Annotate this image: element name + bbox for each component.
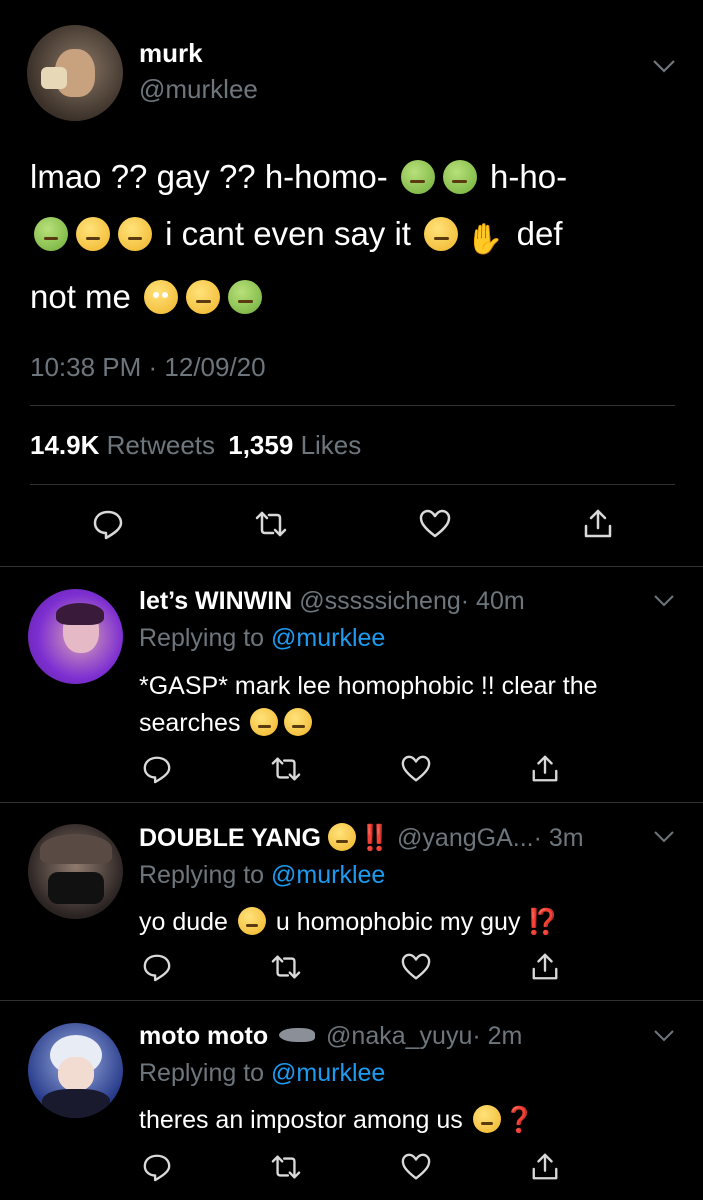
fearful-face-emoji-icon [284,708,313,736]
retweet-icon[interactable] [271,952,303,984]
neutral-face-emoji-icon [424,217,459,251]
main-tweet-actions [92,508,614,540]
hippo-icon [279,1028,316,1042]
retweets-label[interactable]: Retweets [107,430,215,460]
nauseated-face-emoji-icon [400,160,435,194]
main-tweet-display-name[interactable]: murk [139,38,203,69]
chevron-down-icon[interactable] [653,830,675,844]
divider [0,802,703,803]
replying-to-prefix: Replying to [139,861,265,889]
reply-time[interactable]: · 40m [461,587,525,615]
share-icon[interactable] [582,508,614,540]
nauseated-face-emoji-icon [34,217,68,251]
reply-body: *GASP* mark lee homophobic !! clear the … [139,668,679,742]
reply-actions [142,754,562,786]
nauseated-face-emoji-icon [442,160,477,194]
main-tweet-handle[interactable]: @murklee [139,74,258,105]
main-tweet-text-1a: lmao ?? gay ?? h-homo- [30,158,388,195]
reply-text-b: u homophobic my guy [275,908,521,936]
replying-to-handle[interactable]: @murklee [271,861,385,889]
reply-time[interactable]: · 3m [534,824,584,852]
main-tweet-body: lmao ?? gay ?? h-homo- h-ho- i cant even… [30,148,680,325]
reply-avatar[interactable] [28,1023,123,1118]
reply-text-a: yo dude [139,908,228,936]
reply-text-line-2: searches [139,705,679,742]
share-icon[interactable] [530,754,562,786]
replying-to: Replying to @murklee [139,1059,385,1088]
reply-icon[interactable] [92,508,124,540]
main-tweet-text-3a: not me [30,278,131,315]
reply-header: DOUBLE YANG ‼️ @yangGA...· 3m [139,823,584,853]
retweet-icon[interactable] [271,754,303,786]
main-tweet-text-2a: i cant even say it [165,215,411,252]
reply-icon[interactable] [142,1152,174,1184]
reply-time[interactable]: · 2m [472,1022,522,1050]
reply-body: yo dude u homophobic my guy ⁉️ [139,904,559,941]
reply-handle[interactable]: @sssssicheng [299,587,461,615]
engagement-stats: 14.9K Retweets 1,359 Likes [30,430,361,461]
main-tweet-line-1: lmao ?? gay ?? h-homo- h-ho- [30,148,680,205]
reply-display-name[interactable]: moto moto [139,1022,268,1050]
reply-icon[interactable] [142,952,174,984]
main-tweet-avatar[interactable] [27,25,123,121]
chevron-down-icon[interactable] [653,594,675,608]
neutral-face-emoji-icon [237,907,266,935]
smirking-cat-emoji-icon [327,823,356,851]
divider [30,484,675,485]
vomiting-face-emoji-icon [76,217,110,251]
main-tweet-text-1b: h-ho- [490,158,568,195]
raised-eyebrow-emoji-icon [472,1105,501,1133]
replying-to: Replying to @murklee [139,861,385,890]
chevron-down-icon[interactable] [652,58,676,74]
eye-roll-emoji-icon [144,280,179,314]
reply-text-line-1: *GASP* mark lee homophobic !! clear the [139,672,598,700]
replying-to-handle[interactable]: @murklee [271,1059,385,1087]
reply-display-name[interactable]: let’s WINWIN [139,587,292,615]
reply-handle[interactable]: @yangGA... [397,824,534,852]
like-icon[interactable] [401,754,433,786]
fearful-face-emoji-icon [250,708,279,736]
reply-display-name[interactable]: DOUBLE YANG [139,824,321,852]
retweet-icon[interactable] [271,1152,303,1184]
reply-avatar[interactable] [28,589,123,684]
replying-to-prefix: Replying to [139,1059,265,1087]
question-mark-icon: ❓ [503,1106,535,1134]
nauseated-face-emoji-icon [228,280,263,314]
raised-eyebrow-emoji-icon [186,280,221,314]
like-icon[interactable] [401,952,433,984]
divider [30,405,675,406]
reply-actions [142,952,562,984]
reply-icon[interactable] [142,754,174,786]
share-icon[interactable] [530,1152,562,1184]
likes-label[interactable]: Likes [301,430,362,460]
replying-to-handle[interactable]: @murklee [271,624,385,652]
main-tweet-line-2: i cant even say it ✋ def [30,205,680,268]
main-tweet-timestamp[interactable]: 10:38 PM · 12/09/20 [30,352,266,383]
raised-hand-emoji-icon: ✋ [466,223,504,256]
vomiting-face-emoji-icon [118,217,152,251]
replying-to: Replying to @murklee [139,624,385,653]
reply-header: let’s WINWIN @sssssicheng· 40m [139,587,525,616]
main-tweet-line-3: not me [30,268,680,325]
like-icon[interactable] [419,508,451,540]
divider [0,566,703,567]
reply-body: theres an impostor among us ❓ [139,1102,535,1139]
main-tweet-text-2b: def [516,215,563,252]
likes-count[interactable]: 1,359 [228,430,293,460]
divider [0,1000,703,1001]
like-icon[interactable] [401,1152,433,1184]
share-icon[interactable] [530,952,562,984]
interrobang-icon: ⁉️ [527,908,559,936]
double-exclamation-icon: ‼️ [358,824,391,852]
retweets-count[interactable]: 14.9K [30,430,99,460]
reply-handle[interactable]: @naka_yuyu [326,1022,472,1050]
retweet-icon[interactable] [255,508,287,540]
reply-header: moto moto @naka_yuyu· 2m [139,1022,522,1051]
reply-text-a: theres an impostor among us [139,1106,463,1134]
reply-avatar[interactable] [28,824,123,919]
reply-text-line-2-text: searches [139,709,241,737]
replying-to-prefix: Replying to [139,624,265,652]
chevron-down-icon[interactable] [653,1029,675,1043]
reply-actions [142,1152,562,1184]
